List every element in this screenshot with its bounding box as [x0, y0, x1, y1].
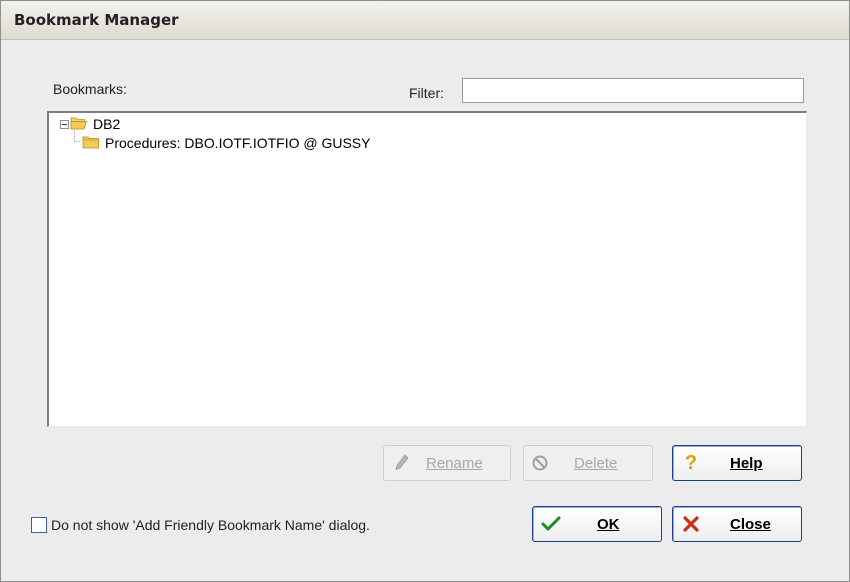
collapse-toggle-icon[interactable]	[60, 119, 69, 129]
delete-label: Delete	[574, 454, 618, 472]
filter-input[interactable]	[462, 78, 804, 103]
bookmarks-tree[interactable]: DB2 Procedures: DBO.IOTF.IOTFIO @ GUSSY	[47, 111, 807, 427]
ok-label: OK	[597, 515, 620, 533]
close-button[interactable]: Close	[672, 506, 802, 542]
tree-node-procedures[interactable]: Procedures: DBO.IOTF.IOTFIO @ GUSSY	[82, 134, 371, 152]
x-icon	[679, 512, 703, 536]
help-label: Help	[730, 454, 763, 472]
tree-node-label: DB2	[93, 116, 121, 132]
dont-show-checkbox[interactable]	[31, 517, 47, 533]
dialog-title: Bookmark Manager	[14, 11, 179, 29]
rename-button[interactable]: Rename	[383, 445, 511, 481]
rename-label: Rename	[426, 454, 483, 472]
title-bar[interactable]: Bookmark Manager	[1, 1, 849, 40]
tree-node-db2[interactable]: DB2	[60, 115, 120, 133]
folder-icon	[82, 135, 101, 152]
no-entry-icon	[528, 451, 552, 475]
tree-node-label: Procedures: DBO.IOTF.IOTFIO @ GUSSY	[105, 135, 371, 151]
close-label: Close	[730, 515, 771, 533]
pencil-icon	[390, 451, 414, 475]
delete-button[interactable]: Delete	[523, 445, 653, 481]
help-button[interactable]: ? Help	[672, 445, 802, 481]
check-icon	[539, 512, 563, 536]
ok-button[interactable]: OK	[532, 506, 662, 542]
open-folder-icon	[70, 116, 89, 133]
dont-show-checkbox-label[interactable]: Do not show 'Add Friendly Bookmark Name'…	[51, 517, 370, 533]
bookmark-manager-dialog: Bookmark Manager Bookmarks: Filter: DB2	[0, 0, 850, 582]
bookmarks-label: Bookmarks:	[53, 81, 127, 97]
filter-label: Filter:	[409, 85, 444, 101]
question-icon: ?	[684, 451, 698, 474]
